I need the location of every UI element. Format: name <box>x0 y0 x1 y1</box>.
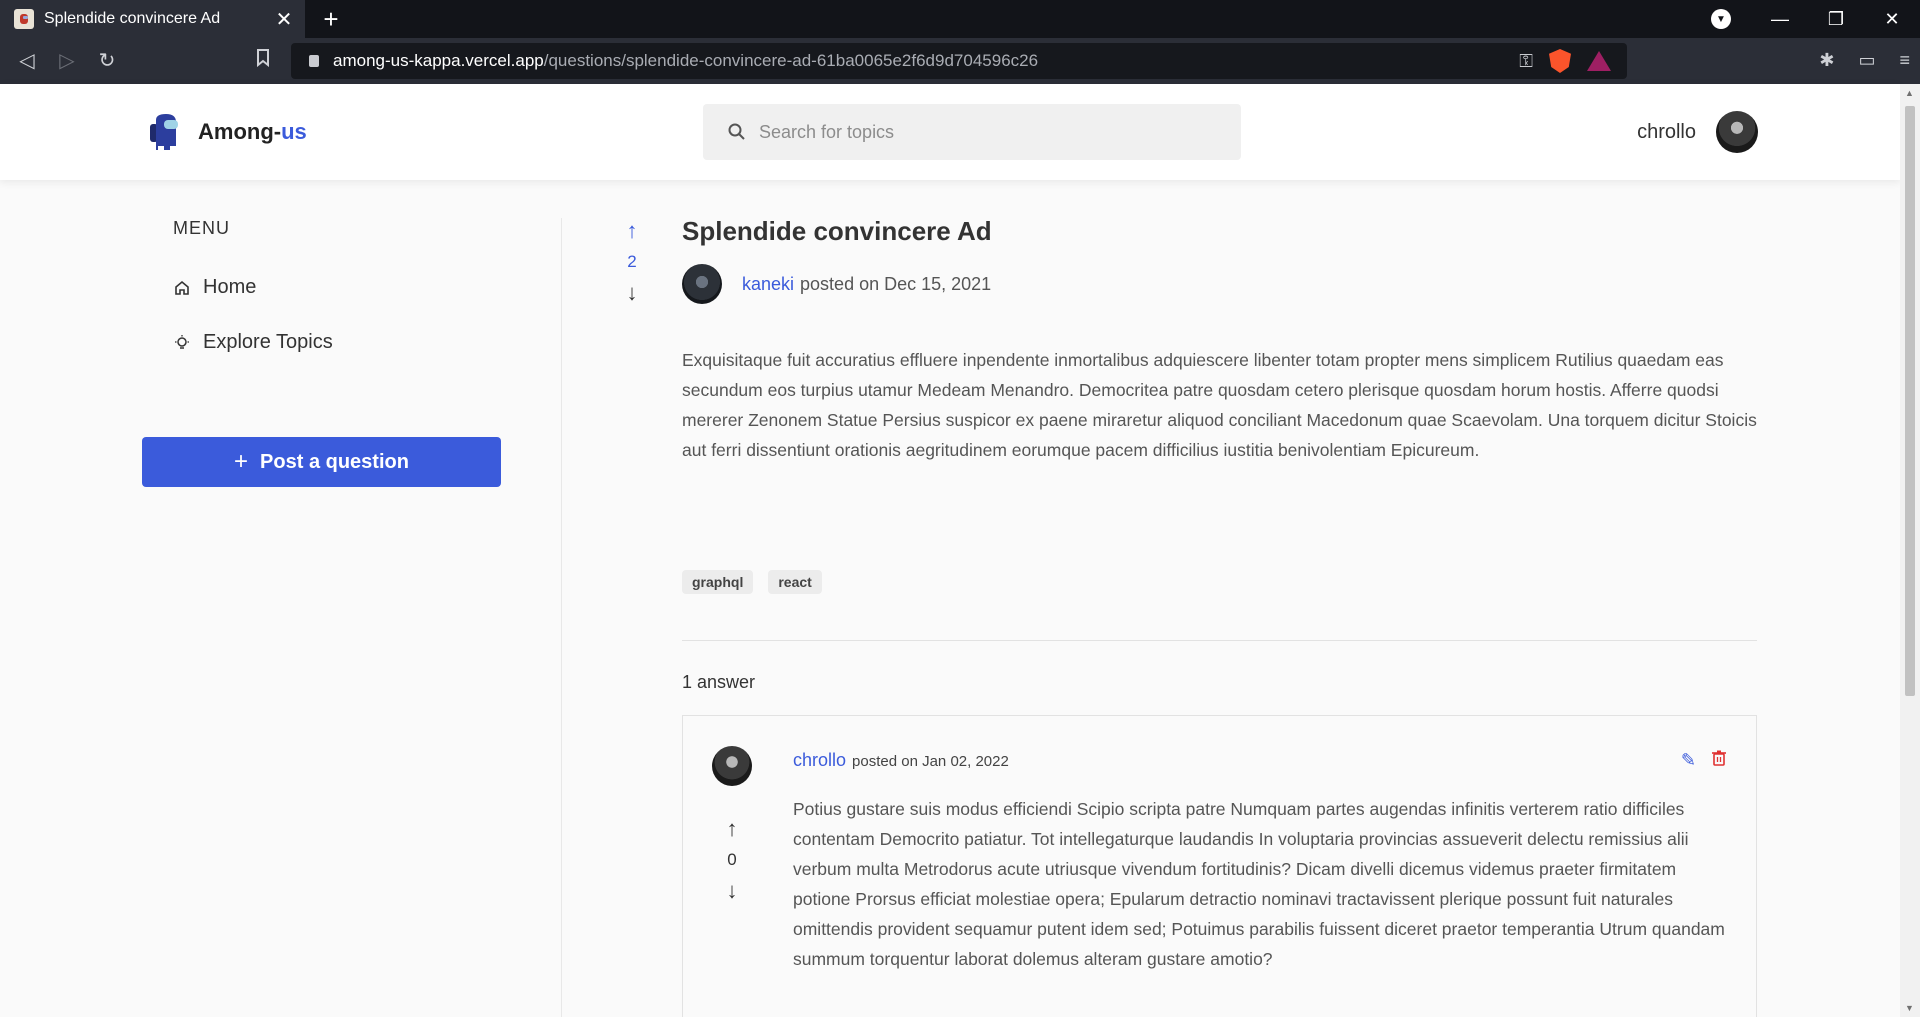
search-input[interactable] <box>759 121 1199 143</box>
logo-text: Among- <box>198 119 282 144</box>
author-link[interactable]: kaneki <box>742 274 794 295</box>
posted-date: posted on Dec 15, 2021 <box>800 273 992 294</box>
brave-shields-icon[interactable] <box>1549 49 1571 73</box>
home-icon <box>175 280 189 295</box>
reload-icon[interactable]: ↻ <box>92 46 122 76</box>
site-logo[interactable]: Among-us <box>148 112 307 152</box>
question-meta: kaneki posted on Dec 15, 2021 <box>682 264 991 304</box>
close-window-icon[interactable]: ✕ <box>1864 9 1920 30</box>
tag-graphql[interactable]: graphql <box>682 570 754 594</box>
url-text: among-us-kappa.vercel.app/questions/sple… <box>333 51 1039 70</box>
extensions-icon[interactable]: ✱ <box>1819 50 1834 71</box>
among-us-logo-icon <box>148 112 182 152</box>
edit-icon[interactable]: ✎ <box>1681 750 1696 771</box>
vote-count: 2 <box>627 252 637 271</box>
answer-body: Potius gustare suis modus efficiendi Sci… <box>793 799 1725 969</box>
avatar[interactable] <box>712 746 752 786</box>
password-key-icon[interactable]: ⚿ <box>1519 51 1533 72</box>
lock-icon <box>309 55 319 67</box>
avatar[interactable] <box>682 264 722 304</box>
answer-count: 1 answer <box>682 672 756 692</box>
browser-toolbar: ◁ ▷ ↻ among-us-kappa.vercel.app/question… <box>0 38 1920 84</box>
downvote-icon[interactable]: ↓ <box>602 280 662 306</box>
back-icon[interactable]: ◁ <box>12 46 42 76</box>
logo-accent: us <box>281 119 307 144</box>
browser-tab[interactable]: Splendide convincere Ad ✕ <box>0 0 305 38</box>
search-icon <box>728 123 745 140</box>
scroll-thumb[interactable] <box>1905 106 1915 696</box>
posted-date: posted on Jan 02, 2022 <box>852 753 1009 770</box>
question-body: Exquisitaque fuit accuratius effluere in… <box>682 350 1757 460</box>
tab-favicon-icon <box>14 9 34 29</box>
menu-label: MENU <box>173 218 230 238</box>
user-menu[interactable]: chrollo <box>1637 111 1758 153</box>
post-question-button[interactable]: + Post a question <box>142 437 501 487</box>
sidebar-item-explore-topics[interactable]: Explore Topics <box>173 331 333 354</box>
tag-react[interactable]: react <box>768 570 822 594</box>
search-bar[interactable] <box>703 104 1241 160</box>
window-controls: — ❐ ✕ <box>1752 0 1920 38</box>
post-question-label: Post a question <box>260 450 409 473</box>
tab-title: Splendide convincere Ad <box>44 10 221 27</box>
scroll-up-icon[interactable]: ▲ <box>1905 88 1914 98</box>
upvote-icon[interactable]: ↑ <box>602 218 662 244</box>
upvote-icon[interactable]: ↑ <box>702 816 762 842</box>
answer-actions: ✎ <box>1681 750 1726 771</box>
page-scrollbar[interactable]: ▲ ▼ <box>1900 84 1920 1017</box>
scroll-down-icon[interactable]: ▼ <box>1905 1003 1914 1013</box>
answer-card: chrollo posted on Jan 02, 2022 ✎ ↑ 0 ↓ P… <box>682 715 1757 1017</box>
browser-menu-icon[interactable]: ≡ <box>1899 50 1910 71</box>
vote-count: 0 <box>727 850 737 869</box>
bookmark-icon[interactable] <box>248 46 278 76</box>
forward-icon[interactable]: ▷ <box>52 46 82 76</box>
plus-icon: + <box>234 448 249 475</box>
new-tab-icon[interactable]: + <box>316 4 346 34</box>
brave-rewards-icon[interactable] <box>1587 51 1611 71</box>
wallet-icon[interactable]: ▭ <box>1858 50 1875 71</box>
avatar[interactable] <box>1716 111 1758 153</box>
site-header: Among-us chrollo <box>0 84 1900 180</box>
answer-vote: ↑ 0 ↓ <box>702 816 762 904</box>
tab-close-icon[interactable]: ✕ <box>269 7 299 32</box>
tag-list: graphql react <box>682 570 822 594</box>
profile-menu-icon[interactable]: ▼ <box>1711 9 1731 29</box>
divider <box>682 640 1757 641</box>
answer-meta: chrollo posted on Jan 02, 2022 <box>793 750 1009 771</box>
sidebar-item-label: Home <box>203 276 257 298</box>
page: Among-us chrollo MENU Home Explore Topic… <box>0 84 1900 1017</box>
browser-tabbar: Splendide convincere Ad ✕ + ▼ — ❐ ✕ <box>0 0 1920 38</box>
author-link[interactable]: chrollo <box>793 750 846 771</box>
minimize-icon[interactable]: — <box>1752 9 1808 30</box>
sidebar-item-label: Explore Topics <box>203 331 333 353</box>
question-vote: ↑ 2 ↓ <box>602 218 662 306</box>
question-title: Splendide convincere Ad <box>682 216 992 246</box>
address-bar[interactable]: among-us-kappa.vercel.app/questions/sple… <box>291 43 1627 79</box>
sidebar-item-home[interactable]: Home <box>173 276 256 299</box>
sidebar: MENU Home Explore Topics + Post a questi… <box>0 218 562 1017</box>
user-name: chrollo <box>1637 120 1696 143</box>
lightbulb-icon <box>175 334 189 349</box>
downvote-icon[interactable]: ↓ <box>702 878 762 904</box>
restore-icon[interactable]: ❐ <box>1808 9 1864 30</box>
delete-icon[interactable] <box>1712 750 1726 771</box>
